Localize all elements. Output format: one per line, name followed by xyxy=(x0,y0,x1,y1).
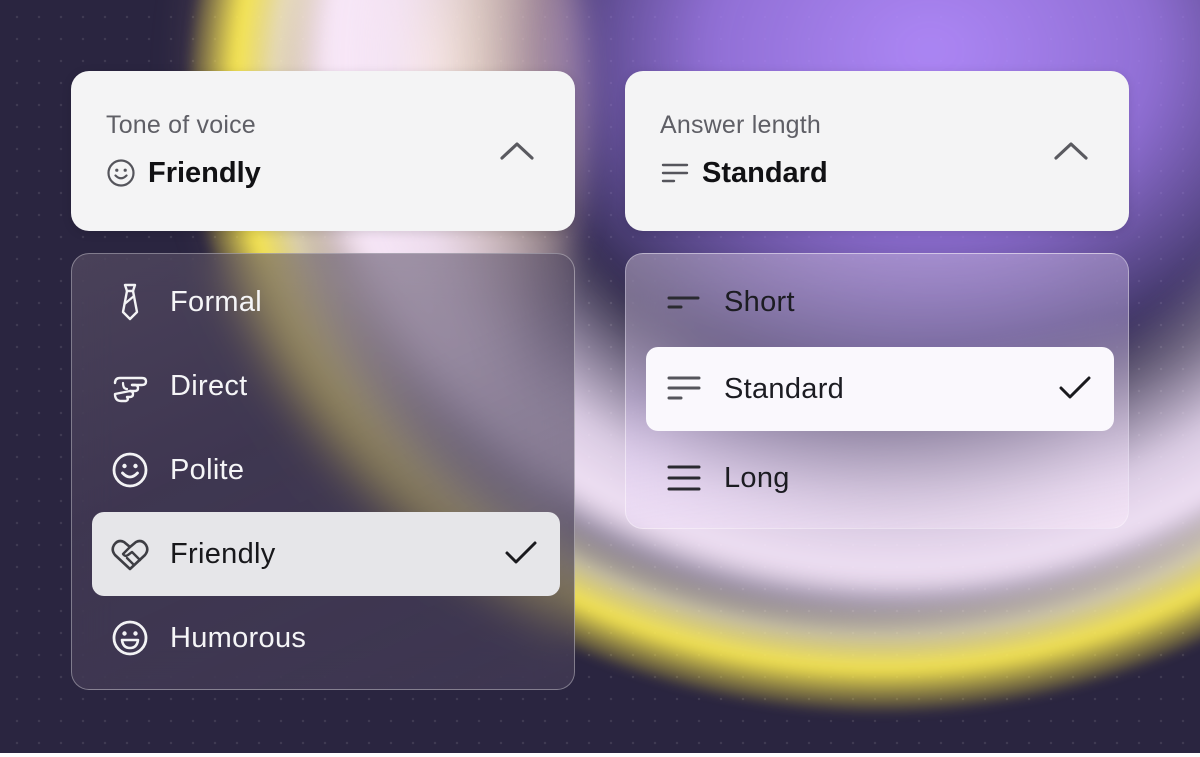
lines-short-icon xyxy=(664,282,704,322)
answer-length-select[interactable]: Answer length Standard xyxy=(625,71,1129,231)
tone-option-friendly[interactable]: Friendly xyxy=(92,512,560,596)
length-option-label: Short xyxy=(724,285,795,318)
tone-option-humorous[interactable]: Humorous xyxy=(92,596,560,680)
length-selected-value: Standard xyxy=(660,155,828,191)
pointing-hand-icon xyxy=(110,366,150,406)
heart-handshake-icon xyxy=(110,534,150,574)
length-options-menu: Short Standard Long xyxy=(625,253,1129,529)
background-canvas: Tone of voice Friendly Answer length Sta… xyxy=(0,0,1200,753)
bottom-edge xyxy=(0,753,1200,757)
checkmark-icon xyxy=(1059,376,1091,399)
tie-icon xyxy=(110,282,150,322)
tone-option-label: Polite xyxy=(170,453,245,486)
length-selected-text: Standard xyxy=(702,156,828,189)
length-option-long[interactable]: Long xyxy=(646,436,1114,520)
tone-of-voice-select[interactable]: Tone of voice Friendly xyxy=(71,71,575,231)
length-option-label: Standard xyxy=(724,372,845,405)
tone-option-label: Direct xyxy=(170,369,248,402)
answer-length-label: Answer length xyxy=(660,111,822,139)
tone-of-voice-label: Tone of voice xyxy=(106,111,256,139)
laughing-face-icon xyxy=(110,618,150,658)
tone-selected-text: Friendly xyxy=(148,156,261,189)
tone-option-direct[interactable]: Direct xyxy=(92,344,560,428)
smile-icon xyxy=(110,450,150,490)
tone-selected-value: Friendly xyxy=(106,155,261,191)
tone-option-label: Humorous xyxy=(170,621,307,654)
length-option-standard[interactable]: Standard xyxy=(646,347,1114,431)
lines-standard-icon xyxy=(664,369,704,409)
tone-option-polite[interactable]: Polite xyxy=(92,428,560,512)
tone-option-label: Formal xyxy=(170,285,263,318)
length-option-short[interactable]: Short xyxy=(646,260,1114,344)
tone-option-formal[interactable]: Formal xyxy=(92,260,560,344)
checkmark-icon xyxy=(505,541,537,564)
smile-icon xyxy=(106,158,136,188)
lines-long-icon xyxy=(664,458,704,498)
length-option-label: Long xyxy=(724,461,790,494)
tone-options-menu: Formal Direct Polite Friendly Humorous xyxy=(71,253,575,690)
chevron-up-icon[interactable] xyxy=(499,139,535,163)
lines-standard-icon xyxy=(660,158,690,188)
tone-option-label: Friendly xyxy=(170,537,276,570)
chevron-up-icon[interactable] xyxy=(1053,139,1089,163)
